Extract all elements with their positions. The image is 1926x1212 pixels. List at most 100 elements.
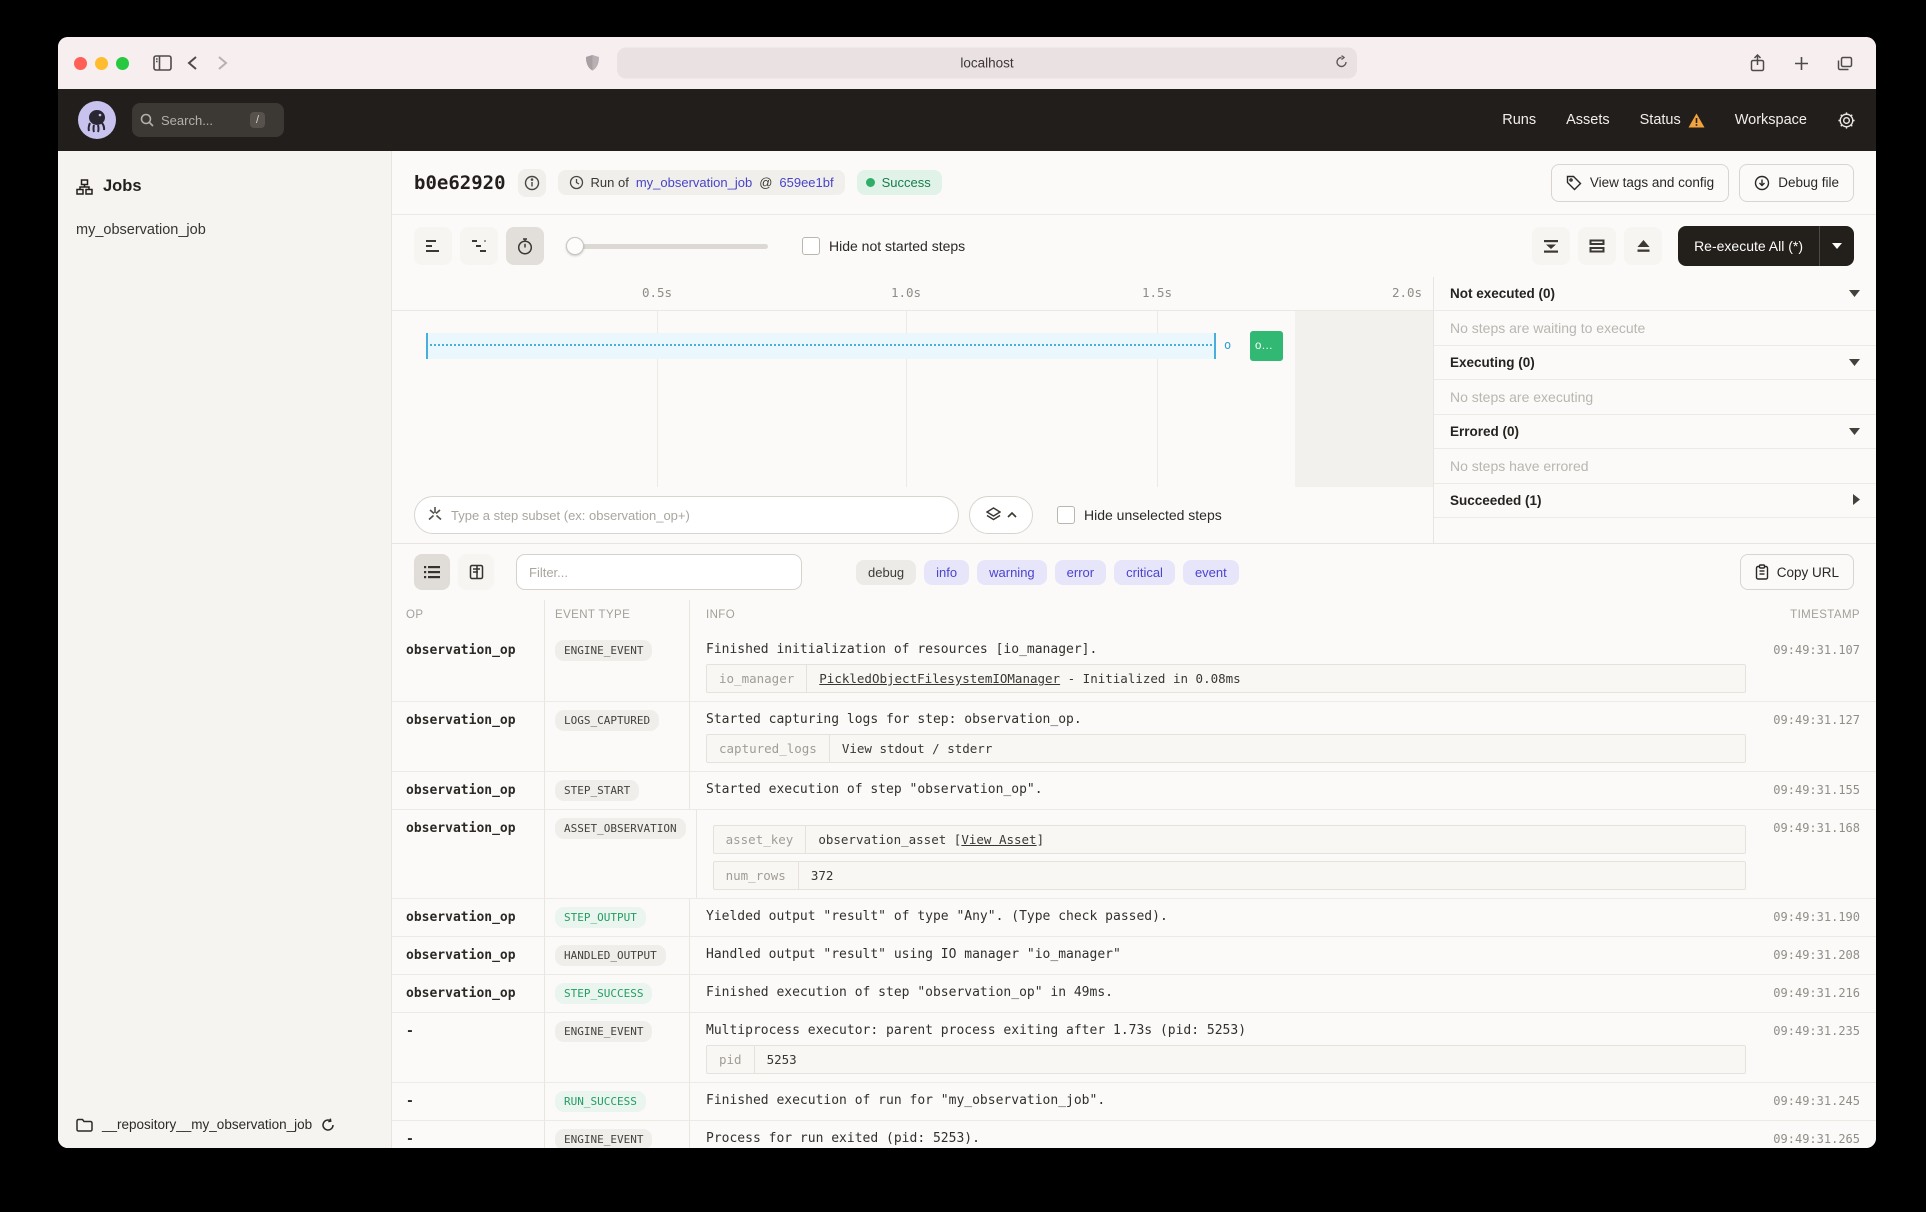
url-bar[interactable]: localhost — [617, 48, 1357, 79]
chevron-right-icon[interactable] — [1853, 494, 1860, 508]
checkbox-box[interactable] — [1057, 506, 1075, 524]
graph-query-toggle-button[interactable] — [969, 496, 1033, 534]
shield-icon[interactable] — [577, 48, 607, 78]
share-icon[interactable] — [1742, 48, 1772, 78]
zoom-slider[interactable] — [566, 227, 768, 265]
log-list-view-button[interactable] — [414, 554, 450, 590]
log-section: debug info warning error critical event Copy … — [392, 544, 1876, 1148]
back-icon[interactable] — [177, 48, 207, 78]
jobs-icon — [76, 179, 93, 195]
log-timestamp: 09:49:31.235 — [1773, 1024, 1860, 1038]
metadata-link[interactable]: View Asset — [961, 832, 1036, 847]
status-section-title: Executing (0) — [1450, 355, 1535, 370]
log-row[interactable]: observation_opSTEP_SUCCESSFinished execu… — [392, 975, 1876, 1013]
status-section-header[interactable]: Succeeded (1) — [1434, 484, 1876, 518]
hide-not-started-checkbox[interactable]: Hide not started steps — [802, 237, 965, 255]
log-op-name: observation_op — [406, 713, 516, 728]
log-level-chip-info[interactable]: info — [924, 560, 969, 585]
timeline-tick: 2.0s — [1392, 285, 1422, 300]
log-timestamp: 09:49:31.216 — [1773, 986, 1860, 1000]
job-link[interactable]: my_observation_job — [636, 175, 752, 190]
log-structured-view-button[interactable] — [458, 554, 494, 590]
gantt-toolbar: Hide not started steps Re-execute All (*… — [392, 215, 1876, 277]
close-window-button[interactable] — [74, 57, 87, 70]
col-header-op: OP — [392, 600, 545, 632]
log-op-name: observation_op — [406, 643, 516, 658]
log-row[interactable]: observation_opSTEP_STARTStarted executio… — [392, 772, 1876, 810]
log-filter-input[interactable] — [516, 554, 802, 590]
nav-item-assets[interactable]: Assets — [1566, 112, 1610, 128]
global-search[interactable]: / — [132, 103, 284, 137]
chevron-down-icon[interactable] — [1849, 288, 1860, 300]
log-row[interactable]: observation_opHANDLED_OUTPUTHandled outp… — [392, 937, 1876, 975]
nav-item-status[interactable]: Status — [1640, 112, 1705, 128]
checkbox-box[interactable] — [802, 237, 820, 255]
step-subset-input[interactable] — [414, 496, 959, 534]
view-tags-config-button[interactable]: View tags and config — [1551, 164, 1729, 202]
eject-button[interactable] — [1624, 227, 1662, 265]
status-section-header[interactable]: Executing (0) — [1434, 346, 1876, 380]
debug-file-button[interactable]: Debug file — [1739, 164, 1854, 202]
metadata-text: View stdout / stderr — [842, 741, 993, 756]
log-row[interactable]: -ENGINE_EVENTMultiprocess executor: pare… — [392, 1013, 1876, 1083]
metadata-value: View stdout / stderr — [830, 735, 1005, 762]
log-timestamp: 09:49:31.168 — [1773, 821, 1860, 835]
dagster-logo[interactable] — [78, 101, 116, 139]
log-level-chip-critical[interactable]: critical — [1114, 560, 1175, 585]
gantt-waterfall-view-button[interactable] — [460, 227, 498, 265]
log-row[interactable]: observation_opSTEP_OUTPUTYielded output … — [392, 899, 1876, 937]
log-row[interactable]: -ENGINE_EVENTProcess for run exited (pid… — [392, 1121, 1876, 1148]
log-timestamp: 09:49:31.208 — [1773, 948, 1860, 962]
slider-track[interactable] — [566, 244, 768, 249]
expand-rows-button[interactable] — [1578, 227, 1616, 265]
sidebar-item-job[interactable]: my_observation_job — [58, 210, 391, 250]
status-section-header[interactable]: Not executed (0) — [1434, 277, 1876, 311]
status-section-header[interactable]: Errored (0) — [1434, 415, 1876, 449]
collapse-runs-button[interactable] — [1532, 227, 1570, 265]
chevron-down-icon[interactable] — [1849, 357, 1860, 369]
nav-item-runs[interactable]: Runs — [1502, 112, 1536, 128]
gantt-timed-view-button[interactable] — [506, 227, 544, 265]
status-section-empty-text: No steps are waiting to execute — [1434, 311, 1876, 346]
log-row[interactable]: -RUN_SUCCESSFinished execution of run fo… — [392, 1083, 1876, 1121]
tab-overview-icon[interactable] — [1830, 48, 1860, 78]
metadata-link[interactable]: PickledObjectFilesystemIOManager — [819, 671, 1060, 686]
repository-row[interactable]: __repository__my_observation_job — [58, 1101, 391, 1148]
minimize-window-button[interactable] — [95, 57, 108, 70]
copy-url-button[interactable]: Copy URL — [1740, 554, 1854, 590]
log-row[interactable]: observation_opENGINE_EVENTFinished initi… — [392, 632, 1876, 702]
hide-unselected-checkbox[interactable]: Hide unselected steps — [1057, 506, 1222, 524]
forward-icon[interactable] — [207, 48, 237, 78]
log-level-chip-error[interactable]: error — [1055, 560, 1106, 585]
run-info-icon[interactable] — [518, 169, 546, 197]
reload-icon[interactable] — [1335, 55, 1348, 71]
log-level-chip-debug[interactable]: debug — [856, 560, 916, 585]
chevron-down-icon[interactable] — [1849, 426, 1860, 438]
sidebar-toggle-icon[interactable] — [147, 48, 177, 78]
gantt-step-box[interactable]: o… — [1250, 331, 1283, 361]
event-type-chip: LOGS_CAPTURED — [555, 710, 659, 731]
log-level-chip-event[interactable]: event — [1183, 560, 1239, 585]
log-row[interactable]: observation_opLOGS_CAPTUREDStarted captu… — [392, 702, 1876, 772]
reexecute-dropdown-button[interactable] — [1820, 226, 1854, 266]
hide-unselected-label: Hide unselected steps — [1084, 507, 1222, 523]
gantt-flat-view-button[interactable] — [414, 227, 452, 265]
nav-item-workspace[interactable]: Workspace — [1735, 112, 1807, 128]
log-level-chips: debug info warning error critical event — [856, 560, 1239, 585]
log-row[interactable]: observation_opASSET_OBSERVATIONasset_key… — [392, 810, 1876, 899]
settings-gear-icon[interactable] — [1837, 111, 1856, 130]
step-status-panel: Not executed (0)No steps are waiting to … — [1433, 277, 1876, 543]
slider-knob[interactable] — [566, 237, 584, 255]
reexecute-all-button[interactable]: Re-execute All (*) — [1678, 226, 1820, 266]
search-input[interactable] — [161, 113, 243, 128]
reload-repository-icon[interactable] — [321, 1118, 335, 1132]
metadata-text: 372 — [811, 868, 834, 883]
zoom-window-button[interactable] — [116, 57, 129, 70]
event-type-chip: HANDLED_OUTPUT — [555, 945, 666, 966]
new-tab-icon[interactable] — [1786, 48, 1816, 78]
gantt-plot-area[interactable]: o o… — [392, 311, 1433, 487]
log-level-chip-warning[interactable]: warning — [977, 560, 1047, 585]
commit-link[interactable]: 659ee1bf — [779, 175, 833, 190]
log-info-text: Finished execution of step "observation_… — [706, 983, 1746, 1000]
metadata-value: 5253 — [755, 1046, 809, 1073]
